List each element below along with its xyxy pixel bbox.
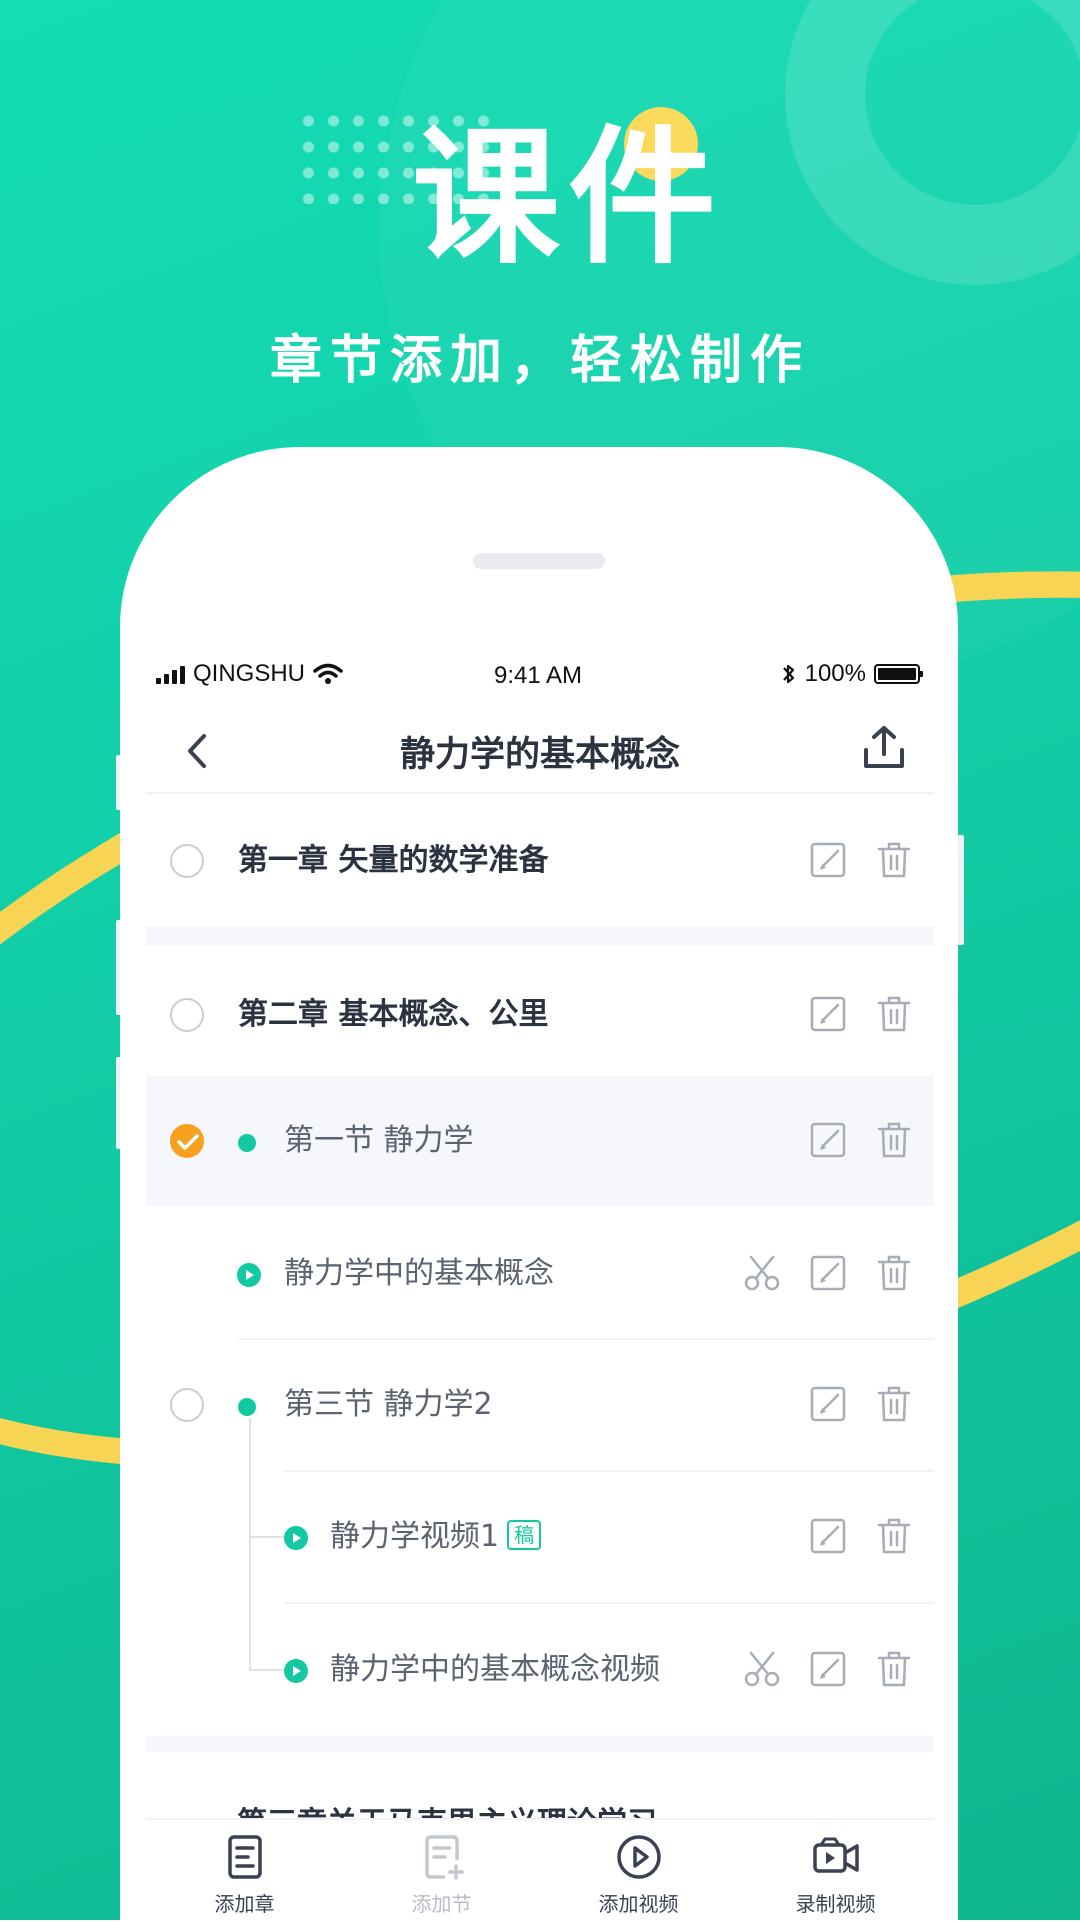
select-radio-checked[interactable] [170,1124,204,1158]
battery-icon [874,664,923,684]
tab-label: 录制视频 [795,1892,876,1916]
chapter-gap [146,926,934,946]
video-row[interactable]: 静力学中的基本概念 [146,1209,934,1339]
video-row[interactable]: 静力学视频1 稿 [146,1472,934,1602]
video-title: 静力学中的基本概念视频 [330,1652,660,1687]
section-row-selected[interactable]: 第一节 静力学 [146,1076,934,1206]
trash-icon[interactable] [874,1384,914,1424]
trash-icon[interactable] [874,1253,914,1293]
trash-icon[interactable] [874,1120,914,1160]
trash-icon[interactable] [874,840,914,880]
page-title: 静力学的基本概念 [399,735,680,775]
section-dot [238,1398,256,1416]
select-radio[interactable] [170,1388,204,1422]
add-video-tab[interactable]: 添加视频 [540,1820,737,1922]
edit-icon[interactable] [808,994,848,1034]
chapter-row[interactable]: 第一章 矢量的数学准备 [146,796,934,926]
trash-icon[interactable] [874,1649,914,1689]
bluetooth-icon [782,664,794,684]
select-radio[interactable] [170,998,204,1032]
share-button[interactable] [858,722,910,774]
play-icon [284,1659,308,1683]
battery-percent: 100% [804,660,866,687]
play-icon [284,1526,308,1550]
section-dot [238,1134,256,1152]
row-divider [146,792,934,794]
play-circle-icon [616,1835,661,1879]
document-icon [227,1835,262,1879]
add-section-tab[interactable]: 添加节 [343,1820,540,1922]
tab-label: 添加章 [214,1892,275,1916]
nav-bar: 静力学的基本概念 [146,712,934,794]
video-row[interactable]: 静力学中的基本概念视频 [146,1605,934,1735]
chapter-row[interactable]: 第二章 基本概念、公里 [146,950,934,1080]
section-title: 第三节 静力学2 [284,1387,493,1422]
phone-speaker [473,553,605,569]
bottom-toolbar: 添加章 添加节 添加视频 录制视频 [146,1818,934,1922]
share-icon [864,726,904,768]
scissors-icon[interactable] [742,1649,782,1689]
video-camera-icon [812,1837,859,1873]
tab-label: 添加节 [411,1892,472,1916]
section-row[interactable]: 第三节 静力学2 [146,1340,934,1470]
section-title: 第一节 静力学 [284,1123,474,1158]
edit-icon[interactable] [808,1384,848,1424]
chapter-gap [146,1736,934,1752]
edit-icon[interactable] [808,1516,848,1556]
record-video-tab[interactable]: 录制视频 [737,1820,934,1922]
tab-label: 添加视频 [598,1892,679,1916]
select-radio[interactable] [170,844,204,878]
status-bar: QINGSHU 9:41 AM 100% [156,660,923,696]
video-title: 静力学中的基本概念 [284,1256,554,1291]
video-title-text: 静力学视频1 [330,1519,500,1554]
edit-icon[interactable] [808,840,848,880]
scissors-icon[interactable] [742,1253,782,1293]
play-icon [237,1263,261,1287]
chapter-title: 第一章 矢量的数学准备 [238,843,549,878]
video-title: 静力学视频1 稿 [330,1512,542,1562]
hero-title: 课件 [412,112,724,284]
add-document-icon [424,1835,464,1880]
edit-icon[interactable] [808,1120,848,1160]
edit-icon[interactable] [808,1649,848,1689]
row-divider [284,1602,934,1604]
hero-subtitle: 章节添加，轻松制作 [269,331,810,391]
edit-icon[interactable] [808,1253,848,1293]
chapter-title: 第二章 基本概念、公里 [238,997,549,1032]
trash-icon[interactable] [874,994,914,1034]
trash-icon[interactable] [874,1516,914,1556]
check-icon [177,1134,199,1150]
add-chapter-tab[interactable]: 添加章 [146,1820,343,1922]
draft-badge: 稿 [507,1520,542,1550]
